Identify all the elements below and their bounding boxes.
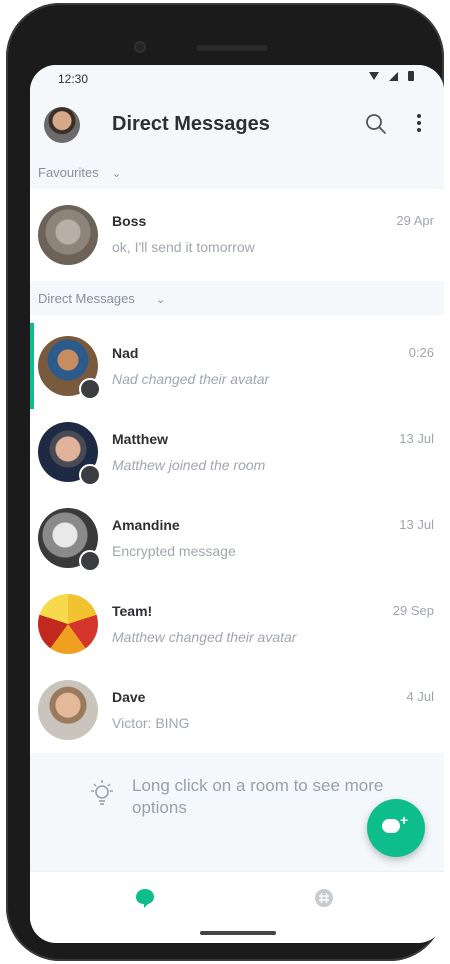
section-label-direct-messages: Direct Messages [38, 291, 135, 306]
room-timestamp: 29 Sep [392, 603, 434, 618]
room-item-nad[interactable]: Nad Nad changed their avatar 0:26 [30, 323, 444, 410]
room-item-team[interactable]: Team! Matthew changed their avatar 29 Se… [30, 581, 444, 668]
battery-icon [408, 71, 414, 81]
room-last-message: Victor: BING [112, 715, 190, 731]
chevron-down-icon: ⌄ [112, 168, 122, 180]
hint-text: Long click on a room to see more options [132, 776, 384, 817]
room-item-matthew[interactable]: Matthew Matthew joined the room 13 Jul [30, 409, 444, 496]
app-bar: Direct Messages [30, 93, 444, 156]
room-timestamp: 13 Jul [399, 517, 434, 532]
room-item-amandine[interactable]: Amandine Encrypted message 13 Jul [30, 495, 444, 582]
room-item-dave[interactable]: Dave Victor: BING 4 Jul [30, 667, 444, 754]
status-icons [369, 71, 414, 81]
home-indicator[interactable] [200, 931, 276, 935]
shield-icon [79, 550, 101, 572]
room-name: Dave [112, 689, 146, 705]
new-chat-button[interactable]: + [367, 799, 425, 857]
plus-icon: + [400, 812, 409, 828]
tab-direct-messages[interactable] [134, 887, 156, 909]
status-time: 12:30 [58, 72, 89, 86]
earpiece-speaker [196, 45, 268, 51]
phone-frame: 12:30 Direct Messages Favourites ⌄ Boss … [6, 3, 444, 961]
room-last-message: Matthew changed their avatar [112, 629, 297, 645]
room-last-message: Nad changed their avatar [112, 371, 270, 387]
shield-icon [79, 464, 101, 486]
wifi-icon [369, 72, 379, 80]
section-header-direct-messages[interactable]: Direct Messages ⌄ [30, 281, 444, 315]
room-name: Matthew [112, 431, 168, 447]
room-name: Team! [112, 603, 153, 619]
room-last-message: Matthew joined the room [112, 457, 266, 473]
room-timestamp: 0:26 [408, 345, 434, 360]
app-screen: 12:30 Direct Messages Favourites ⌄ Boss … [30, 65, 444, 943]
room-timestamp: 4 Jul [406, 689, 434, 704]
section-label-favourites: Favourites [38, 165, 99, 180]
lightbulb-icon [91, 780, 113, 805]
room-name: Nad [112, 345, 139, 361]
room-timestamp: 29 Apr [396, 213, 434, 228]
avatar [38, 205, 98, 265]
status-bar: 12:30 [30, 65, 444, 93]
bottom-navigation [30, 871, 444, 924]
room-name: Boss [112, 213, 147, 229]
room-item-boss[interactable]: Boss ok, I'll send it tomorrow 29 Apr [30, 189, 444, 282]
search-icon[interactable] [365, 113, 387, 135]
avatar [38, 680, 98, 740]
more-vertical-icon[interactable] [412, 111, 426, 137]
shield-icon [79, 378, 101, 400]
room-name: Amandine [112, 517, 180, 533]
avatar [38, 594, 98, 654]
chevron-down-icon: ⌄ [156, 294, 166, 306]
room-last-message: ok, I'll send it tomorrow [112, 239, 255, 255]
front-camera [134, 41, 146, 53]
room-timestamp: 13 Jul [399, 431, 434, 446]
tab-rooms[interactable] [313, 887, 335, 909]
cell-signal-icon [389, 71, 398, 81]
new-chat-icon [382, 819, 400, 833]
my-avatar[interactable] [44, 107, 80, 143]
room-last-message: Encrypted message [112, 543, 236, 559]
section-header-favourites[interactable]: Favourites ⌄ [30, 155, 444, 189]
page-title: Direct Messages [112, 113, 270, 135]
